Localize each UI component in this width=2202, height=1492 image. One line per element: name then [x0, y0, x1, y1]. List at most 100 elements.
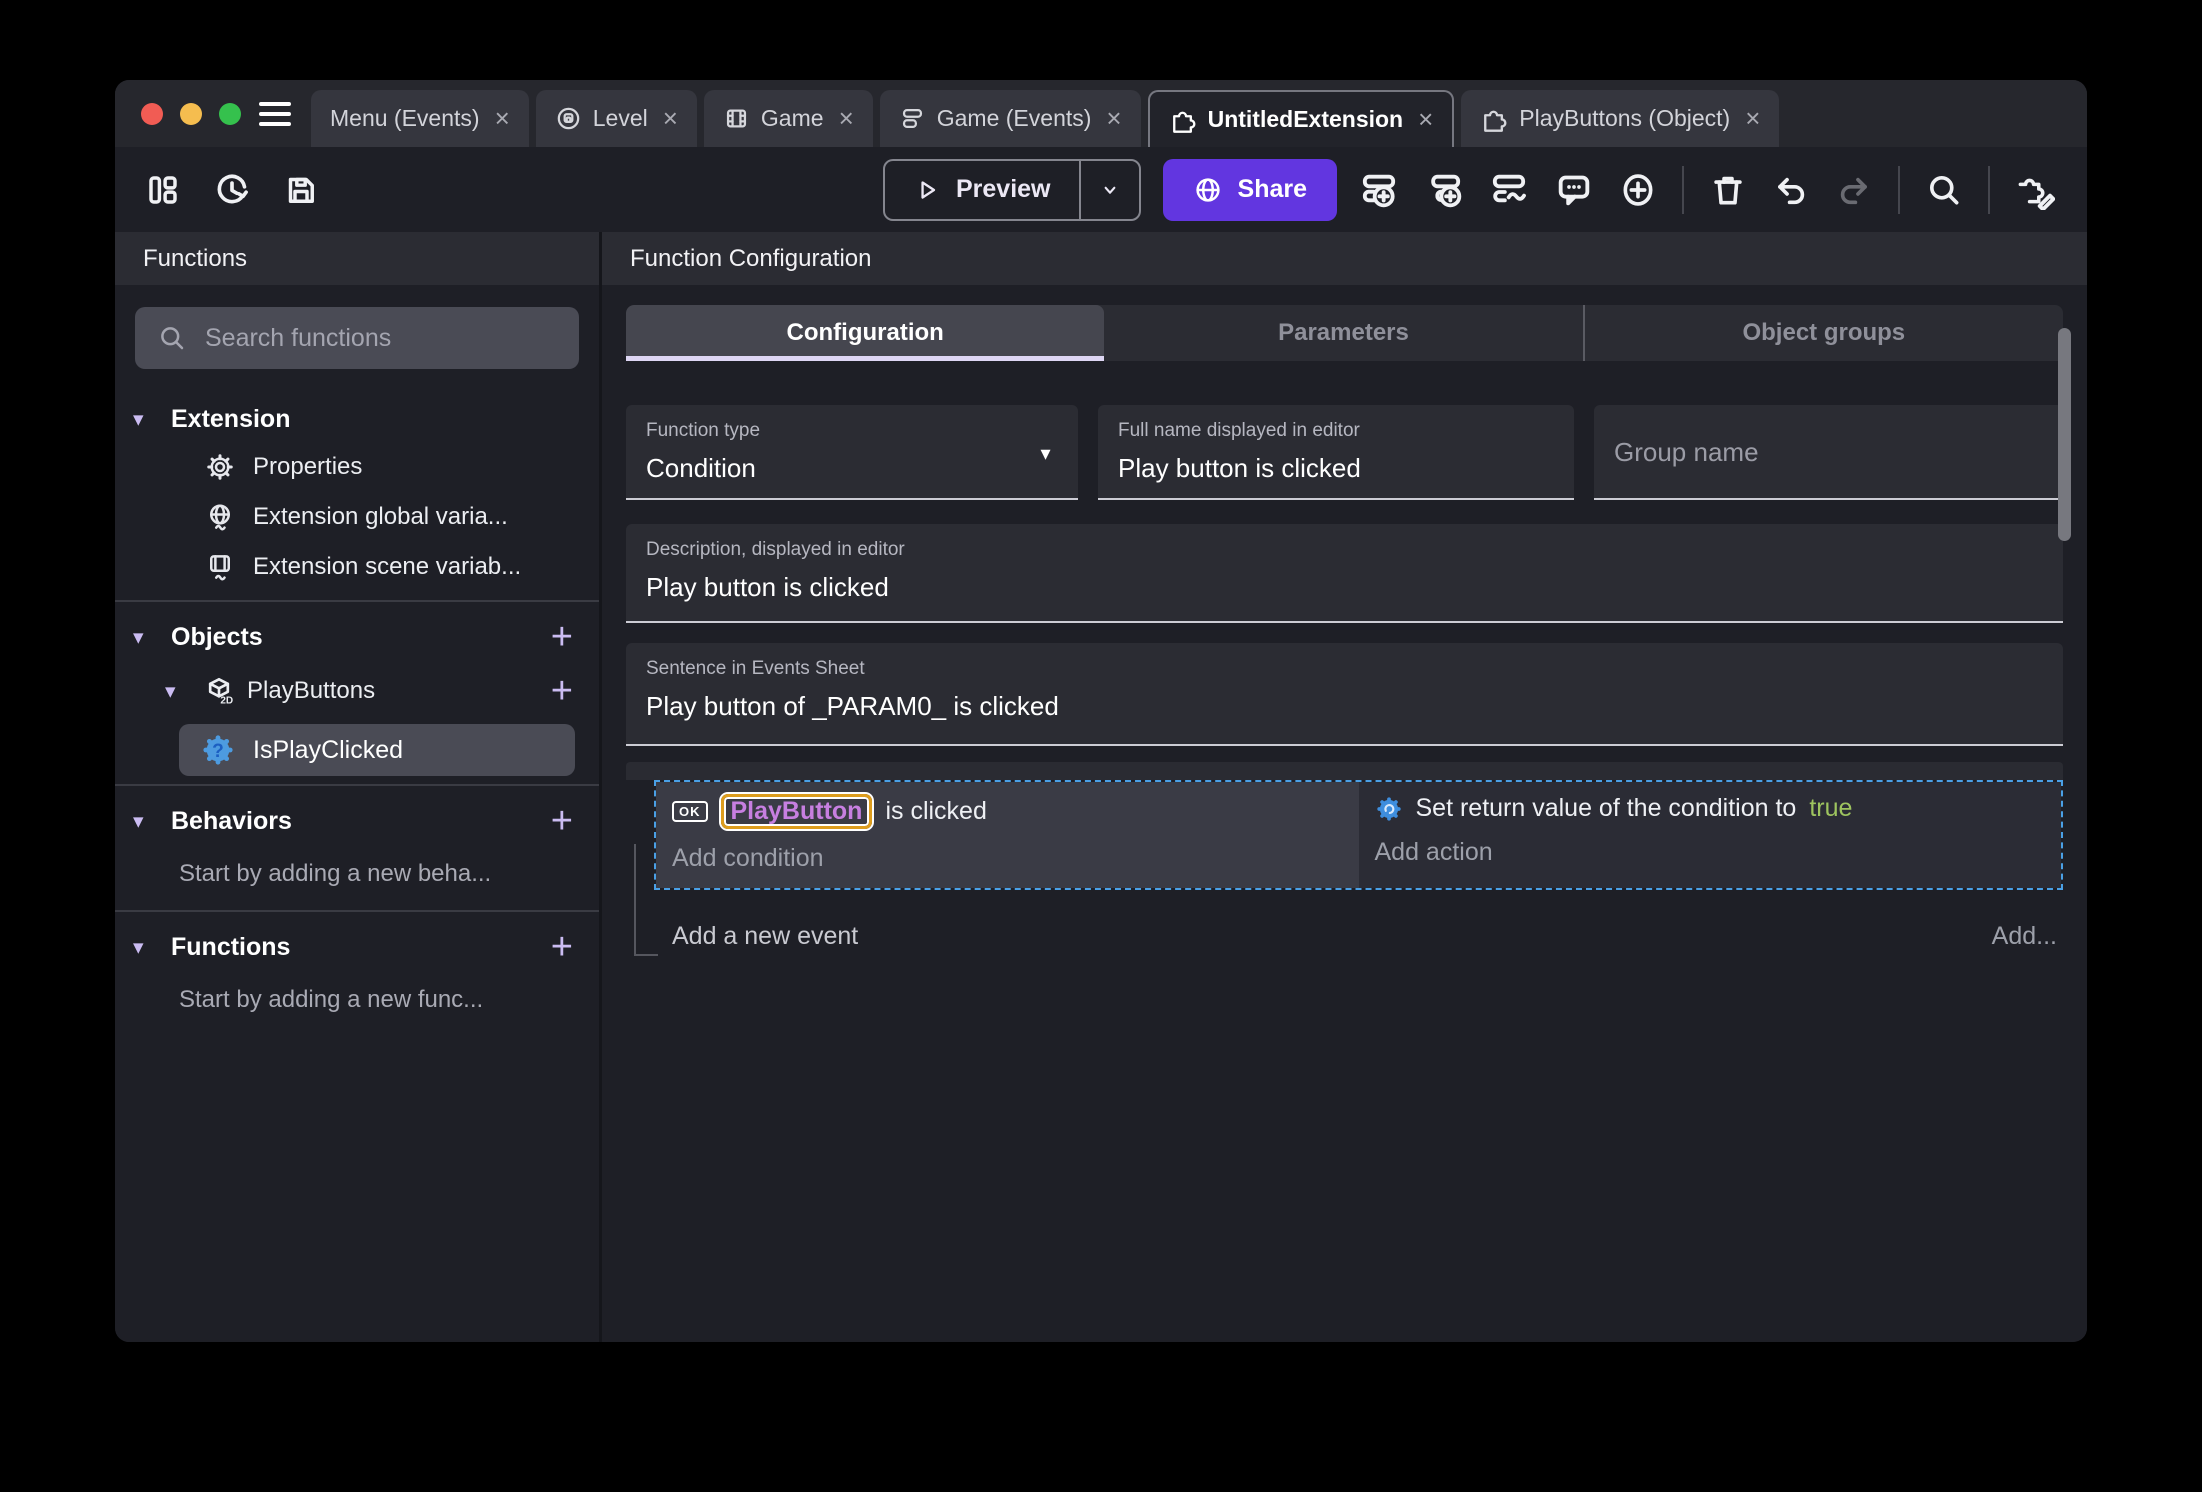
tab-game-events[interactable]: Game (Events) ×	[879, 90, 1141, 147]
tab-configuration[interactable]: Configuration	[626, 305, 1105, 361]
share-label: Share	[1237, 175, 1307, 203]
close-icon[interactable]: ×	[1106, 103, 1121, 134]
preview-split-button: Preview	[883, 158, 1141, 221]
tab-menu-events[interactable]: Menu (Events) ×	[311, 90, 529, 147]
add-action-button[interactable]: Add action	[1375, 838, 2046, 867]
action-text: Set return value of the condition to	[1415, 794, 1797, 822]
full-name-field[interactable]: Full name displayed in editor Play butto…	[1098, 405, 1574, 500]
tab-game[interactable]: Game ×	[703, 90, 873, 147]
collapse-triangle-icon[interactable]: ▾	[165, 679, 191, 704]
object-item-playbuttons[interactable]: ▾ 2D PlayButtons +	[115, 664, 599, 718]
close-icon[interactable]: ×	[839, 103, 854, 134]
redo-icon[interactable]	[1835, 170, 1873, 210]
tab-parameters[interactable]: Parameters	[1104, 305, 1582, 361]
object-2d-cube-icon: 2D	[208, 677, 233, 707]
window-tab-bar: Menu (Events) × Level × Game × Game (Eve…	[115, 80, 2087, 147]
section-functions[interactable]: ▾ Functions +	[115, 920, 599, 974]
section-objects[interactable]: ▾ Objects +	[115, 610, 599, 664]
share-button[interactable]: Share	[1162, 158, 1337, 221]
puzzle-icon	[1484, 110, 1507, 132]
toolbar-separator	[1898, 165, 1900, 214]
function-type-select[interactable]: Function type Condition ▼	[626, 405, 1078, 500]
object-name: PlayButtons	[247, 677, 376, 704]
add-circle-icon[interactable]	[1619, 170, 1657, 210]
undo-icon[interactable]	[1772, 170, 1810, 210]
field-label: Sentence in Events Sheet	[646, 658, 865, 679]
section-divider	[115, 600, 599, 602]
tab-playbuttons-object[interactable]: PlayButtons (Object) ×	[1461, 90, 1780, 147]
save-icon[interactable]	[283, 172, 319, 208]
event-conditions[interactable]: OK PlayButton is clicked Add condition	[656, 782, 1359, 888]
comment-icon[interactable]	[1554, 170, 1594, 210]
add-comment-wave-icon[interactable]	[1489, 170, 1529, 210]
description-field[interactable]: Description, displayed in editor Play bu…	[626, 524, 2063, 623]
close-icon[interactable]: ×	[663, 103, 678, 134]
sidebar-item-extension-global-variables[interactable]: Extension global varia...	[115, 492, 599, 542]
condition-function-icon: ?	[203, 735, 233, 765]
tab-label: PlayButtons (Object)	[1519, 105, 1731, 131]
sidebar-item-extension-scene-variables[interactable]: Extension scene variab...	[115, 542, 599, 592]
section-title: Behaviors	[171, 806, 292, 835]
toolbar-separator	[1988, 165, 1990, 214]
preview-options-button[interactable]	[1081, 161, 1139, 219]
search-icon	[161, 327, 184, 350]
group-name-field[interactable]: Group name	[1594, 405, 2063, 500]
add-object-button[interactable]: +	[551, 618, 573, 656]
vertical-scrollbar[interactable]	[2058, 328, 2071, 541]
sidebar-title: Functions	[143, 244, 248, 272]
section-divider	[115, 910, 599, 912]
add-behavior-button[interactable]: +	[551, 802, 573, 840]
button-object-icon: OK	[672, 801, 708, 822]
tab-label: UntitledExtension	[1207, 106, 1404, 132]
svg-text:2D: 2D	[220, 696, 233, 707]
close-window-button[interactable]	[141, 102, 163, 125]
globe-variable-icon	[210, 504, 230, 531]
section-extension[interactable]: ▾ Extension	[115, 397, 599, 442]
dropdown-caret-icon: ▼	[1037, 443, 1054, 463]
add-object-function-button[interactable]: +	[551, 672, 573, 710]
history-icon[interactable]	[213, 171, 251, 209]
add-more-button[interactable]: Add...	[1992, 922, 2057, 951]
sentence-field[interactable]: Sentence in Events Sheet Play button of …	[626, 643, 2063, 746]
puzzle-icon	[1172, 111, 1196, 133]
tab-level[interactable]: Level ×	[535, 90, 697, 147]
close-icon[interactable]: ×	[1745, 103, 1760, 134]
add-condition-button[interactable]: Add condition	[672, 844, 1343, 873]
function-name: IsPlayClicked	[253, 735, 404, 764]
play-icon	[921, 180, 936, 199]
function-item-isplayclicked[interactable]: ? IsPlayClicked	[179, 724, 575, 776]
field-value: Play button of _PARAM0_ is clicked	[646, 691, 1059, 721]
add-new-event-button[interactable]: Add a new event	[672, 922, 858, 951]
close-icon[interactable]: ×	[1418, 104, 1433, 135]
scene-variable-icon	[210, 555, 230, 581]
condition-object-chip[interactable]: PlayButton	[720, 794, 873, 829]
minimize-window-button[interactable]	[180, 102, 202, 125]
section-divider	[115, 784, 599, 786]
add-event-icon[interactable]	[1359, 170, 1399, 210]
add-subevent-icon[interactable]	[1424, 170, 1464, 210]
selected-event[interactable]: OK PlayButton is clicked Add condition S…	[654, 780, 2063, 890]
add-function-button[interactable]: +	[551, 928, 573, 966]
collapse-triangle-icon[interactable]: ▾	[133, 625, 159, 650]
tab-object-groups[interactable]: Object groups	[1582, 305, 2063, 361]
search-icon[interactable]	[1925, 170, 1963, 210]
trash-icon[interactable]	[1709, 170, 1747, 210]
home-layout-icon[interactable]	[145, 172, 181, 208]
collapse-triangle-icon[interactable]: ▾	[133, 809, 159, 834]
tab-label: Game (Events)	[936, 105, 1092, 131]
collapse-triangle-icon[interactable]: ▾	[133, 935, 159, 960]
zoom-window-button[interactable]	[219, 102, 241, 125]
edit-extension-icon[interactable]	[2015, 170, 2055, 210]
menu-icon[interactable]	[259, 101, 291, 126]
close-icon[interactable]: ×	[495, 103, 510, 134]
event-actions[interactable]: Set return value of the condition to tru…	[1358, 782, 2061, 888]
collapse-triangle-icon[interactable]: ▾	[133, 407, 159, 432]
events-sheet-icon	[902, 109, 922, 128]
section-behaviors[interactable]: ▾ Behaviors +	[115, 794, 599, 848]
preview-button[interactable]: Preview	[885, 160, 1081, 219]
section-title: Objects	[171, 622, 263, 651]
sidebar-item-properties[interactable]: Properties	[115, 442, 599, 492]
search-input[interactable]: Search functions	[135, 307, 579, 369]
tab-untitled-extension[interactable]: UntitledExtension ×	[1147, 90, 1455, 147]
field-placeholder: Group name	[1614, 436, 1759, 467]
